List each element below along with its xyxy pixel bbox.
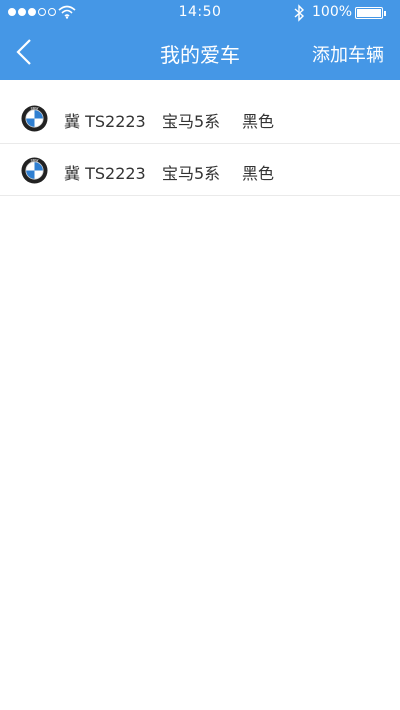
bmw-logo-icon: BMW: [21, 157, 48, 184]
license-plate: 冀 TS2223: [64, 112, 146, 131]
car-color: 黑色: [242, 164, 275, 183]
battery-icon: [355, 7, 386, 19]
bmw-logo-icon: BMW: [21, 105, 48, 132]
car-color: 黑色: [242, 112, 275, 131]
bluetooth-icon: [294, 4, 305, 22]
car-list-item[interactable]: BMW 冀 TS2223 宝马5系 黑色: [0, 144, 400, 196]
car-model: 宝马5系: [162, 112, 221, 131]
status-bar: 14:50 100%: [0, 0, 400, 26]
my-cars-screen: 14:50 100% 我的爱车 添加车辆 BMW 冀 TS2223 宝马5系 黑…: [0, 0, 400, 710]
add-vehicle-button[interactable]: 添加车辆: [312, 41, 384, 67]
car-list: BMW 冀 TS2223 宝马5系 黑色 BMW 冀 TS2223 宝马5系 黑…: [0, 92, 400, 196]
license-plate: 冀 TS2223: [64, 164, 146, 183]
top-bar: 14:50 100% 我的爱车 添加车辆: [0, 0, 400, 80]
car-list-item[interactable]: BMW 冀 TS2223 宝马5系 黑色: [0, 92, 400, 144]
car-model: 宝马5系: [162, 164, 221, 183]
svg-text:BMW: BMW: [31, 159, 39, 163]
battery-percentage: 100%: [312, 4, 353, 20]
svg-text:BMW: BMW: [31, 107, 39, 111]
